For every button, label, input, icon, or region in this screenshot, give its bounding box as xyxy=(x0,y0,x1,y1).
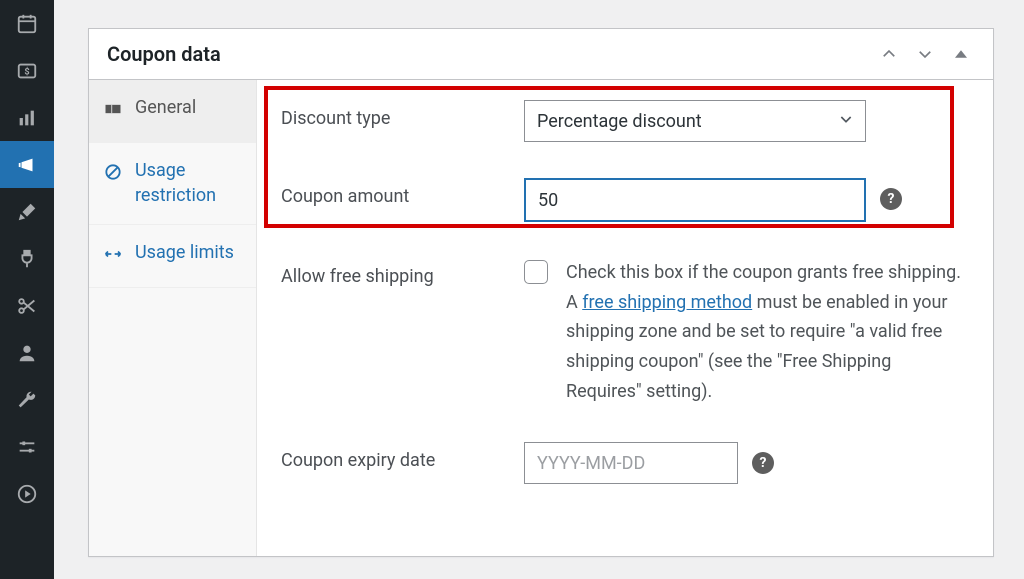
sidebar-item-payments[interactable]: $ xyxy=(0,47,54,94)
label-discount-type: Discount type xyxy=(281,100,524,129)
panel-title: Coupon data xyxy=(107,42,221,66)
tab-label-restriction: Usage restriction xyxy=(135,159,242,208)
free-shipping-description: Check this box if the coupon grants free… xyxy=(566,258,964,406)
free-shipping-method-link[interactable]: free shipping method xyxy=(582,292,752,313)
paintbrush-icon xyxy=(16,201,38,223)
main-content: Coupon data General xyxy=(54,0,1024,579)
bar-chart-icon xyxy=(16,107,38,129)
sidebar-item-snippets[interactable] xyxy=(0,282,54,329)
caret-up-icon xyxy=(952,45,970,63)
panel-move-up[interactable] xyxy=(877,42,901,66)
tab-usage-limits[interactable]: Usage limits xyxy=(89,225,256,288)
play-circle-icon xyxy=(16,483,38,505)
sidebar-item-marketing[interactable] xyxy=(0,141,54,188)
sliders-icon xyxy=(16,436,38,458)
sidebar-item-media[interactable] xyxy=(0,470,54,517)
megaphone-icon xyxy=(16,154,38,176)
free-shipping-checkbox[interactable] xyxy=(524,260,548,284)
ticket-icon xyxy=(103,99,123,126)
discount-type-select[interactable]: Percentage discount xyxy=(524,100,866,142)
coupon-amount-input[interactable] xyxy=(524,178,866,222)
chevron-down-icon xyxy=(916,45,934,63)
plug-icon xyxy=(16,248,38,270)
sidebar-item-users[interactable] xyxy=(0,329,54,376)
tab-label-limits: Usage limits xyxy=(135,241,242,265)
sidebar-item-settings[interactable] xyxy=(0,423,54,470)
field-free-shipping: Allow free shipping Check this box if th… xyxy=(281,258,969,406)
wrench-icon xyxy=(16,389,38,411)
admin-sidebar: $ xyxy=(0,0,54,579)
scissors-icon xyxy=(16,295,38,317)
field-coupon-amount: Coupon amount ? xyxy=(281,178,969,222)
ban-icon xyxy=(103,162,123,189)
calendar-icon xyxy=(16,13,38,35)
panel-header: Coupon data xyxy=(89,29,993,80)
general-tab-form: Discount type Percentage discount xyxy=(257,80,993,556)
panel-body: General Usage restriction Usage limits xyxy=(89,80,993,556)
sidebar-item-tools[interactable] xyxy=(0,376,54,423)
label-free-shipping: Allow free shipping xyxy=(281,258,524,287)
user-icon xyxy=(16,342,38,364)
panel-toggle[interactable] xyxy=(949,42,973,66)
sidebar-item-appearance[interactable] xyxy=(0,188,54,235)
dollar-icon: $ xyxy=(16,60,38,82)
sidebar-item-calendar[interactable] xyxy=(0,0,54,47)
help-icon[interactable]: ? xyxy=(880,188,902,210)
arrows-in-icon xyxy=(103,244,123,271)
panel-move-down[interactable] xyxy=(913,42,937,66)
expiry-date-input[interactable] xyxy=(524,442,738,484)
field-expiry-date: Coupon expiry date ? xyxy=(281,442,969,484)
field-discount-type: Discount type Percentage discount xyxy=(281,100,969,142)
tab-label-general: General xyxy=(135,96,242,120)
svg-text:$: $ xyxy=(24,66,29,77)
help-icon[interactable]: ? xyxy=(752,452,774,474)
chevron-up-icon xyxy=(880,45,898,63)
coupon-data-panel: Coupon data General xyxy=(88,28,994,557)
sidebar-item-analytics[interactable] xyxy=(0,94,54,141)
coupon-tabs: General Usage restriction Usage limits xyxy=(89,80,257,556)
tab-usage-restriction[interactable]: Usage restriction xyxy=(89,143,256,225)
tab-general[interactable]: General xyxy=(89,80,256,143)
label-expiry-date: Coupon expiry date xyxy=(281,442,524,471)
label-coupon-amount: Coupon amount xyxy=(281,178,524,207)
sidebar-item-plugins[interactable] xyxy=(0,235,54,282)
